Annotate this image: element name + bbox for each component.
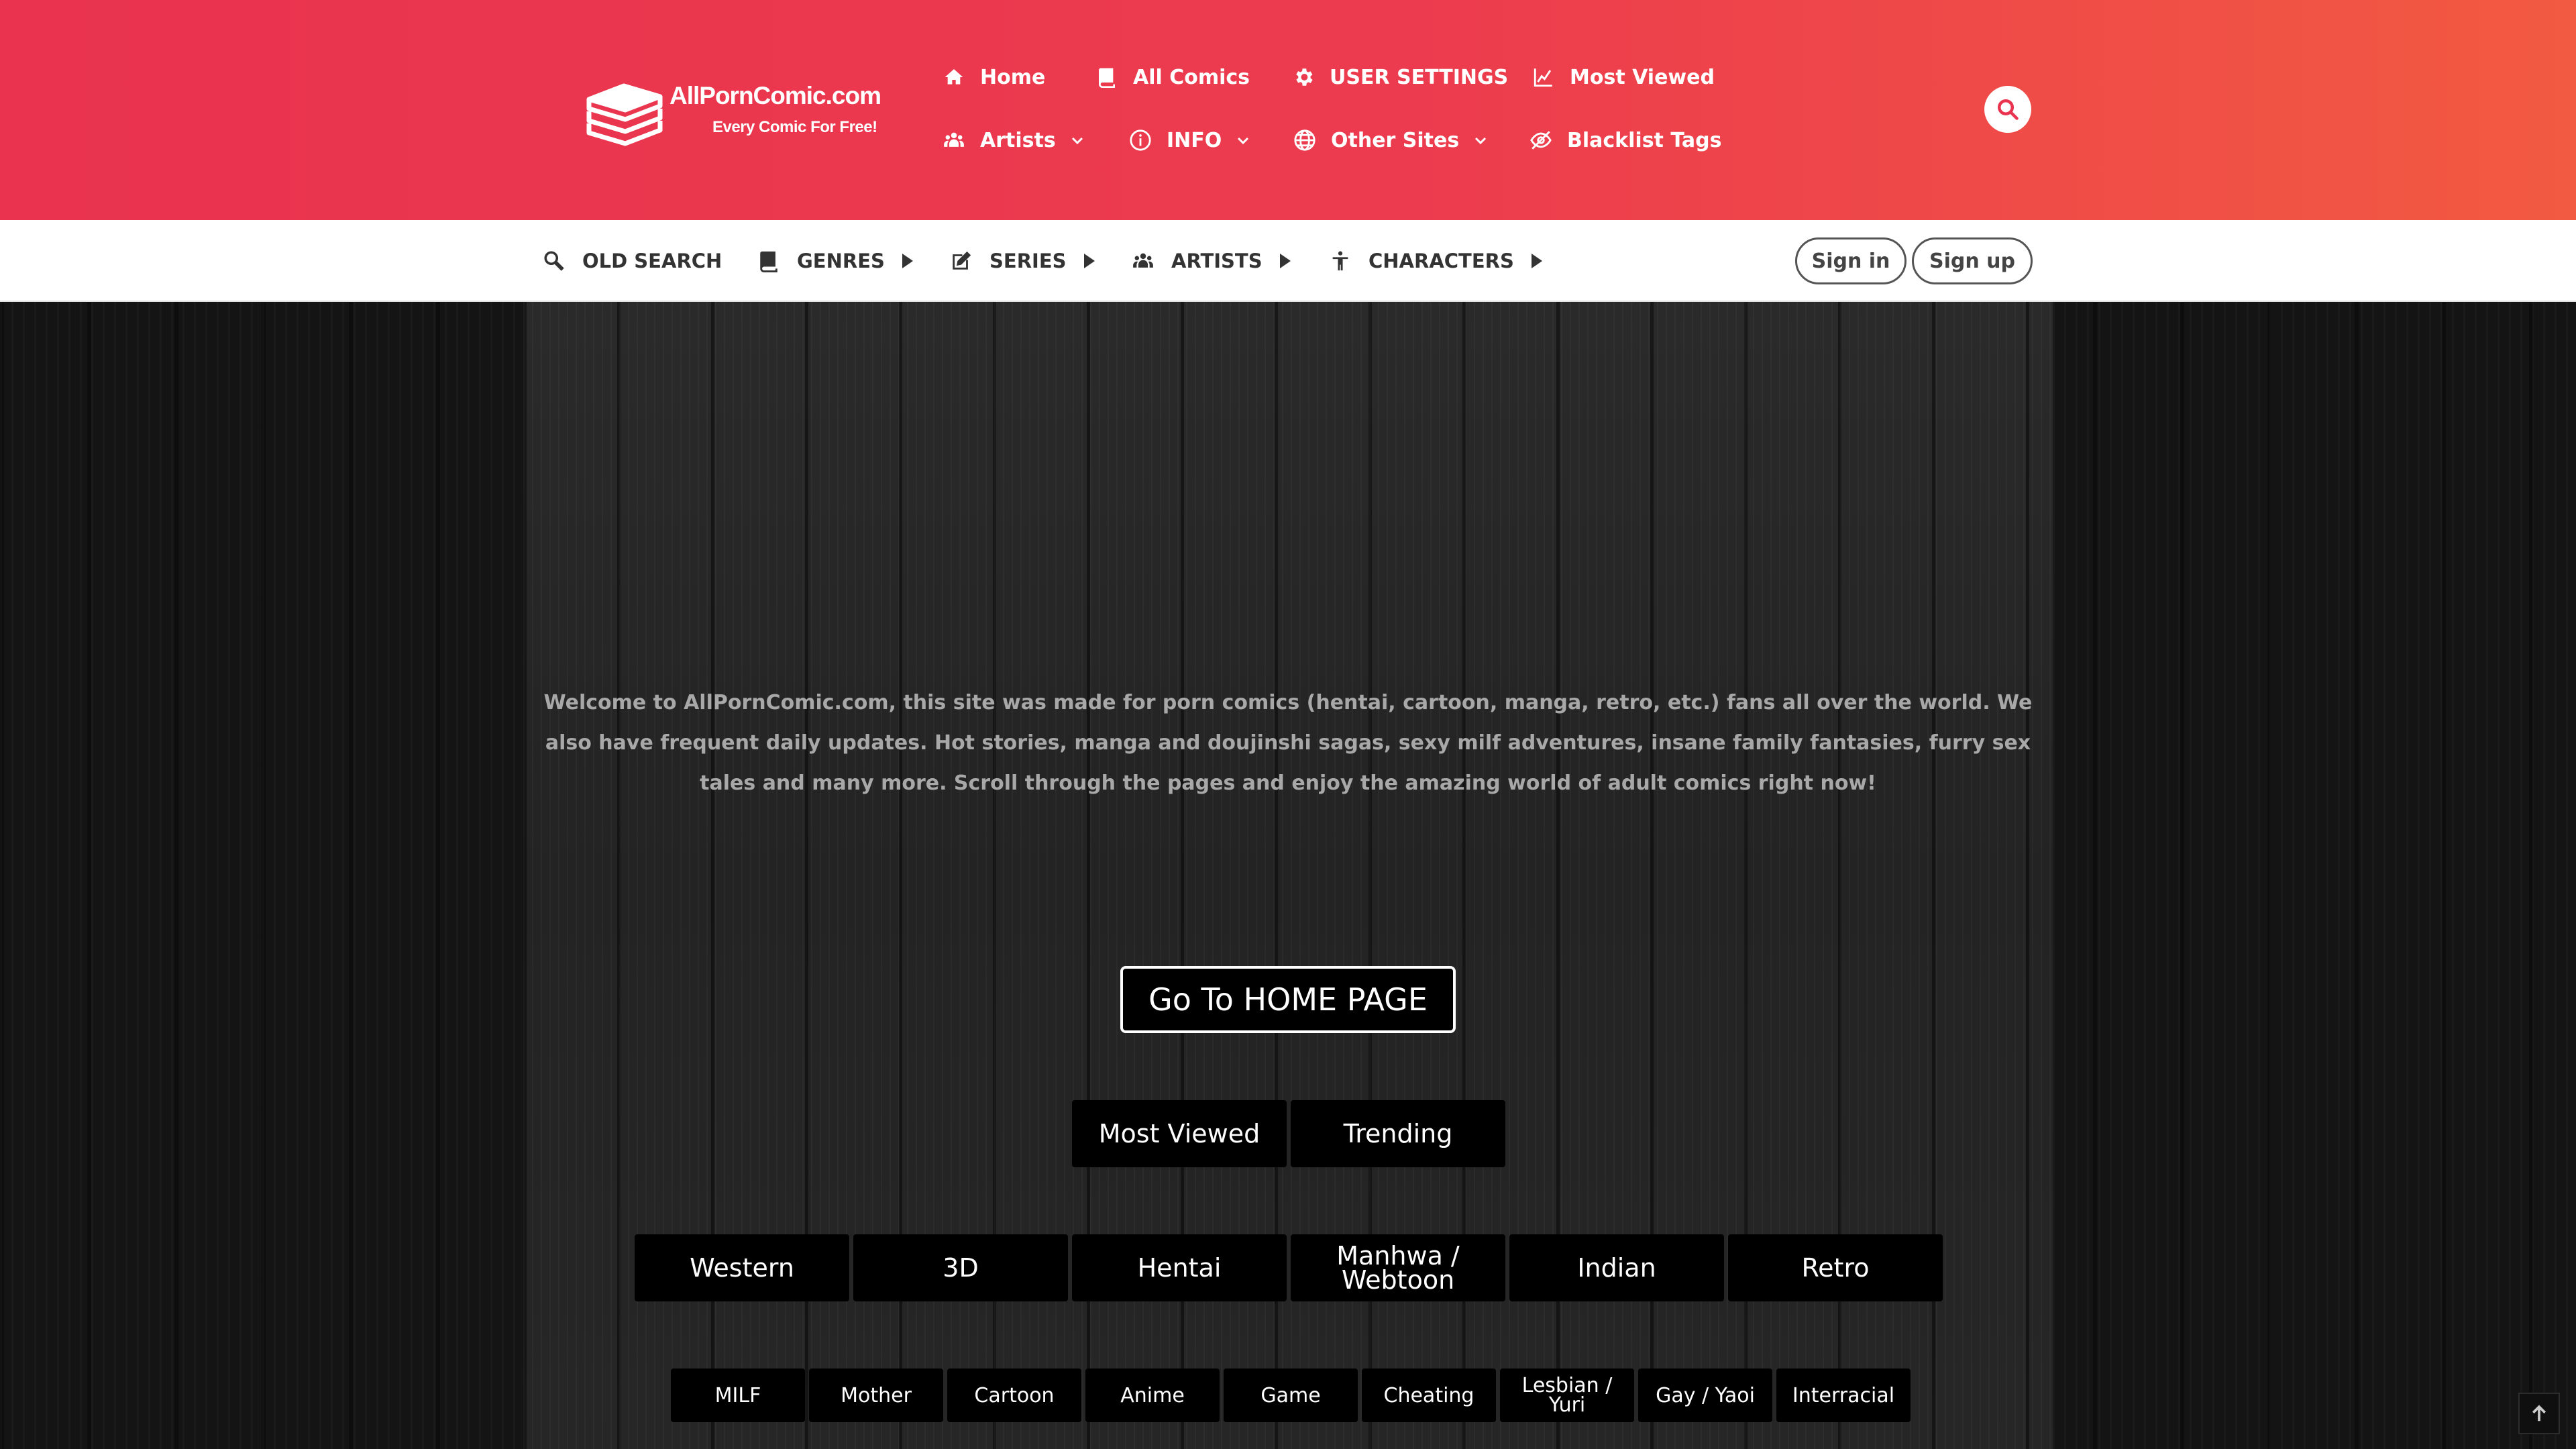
caret-right-icon (1279, 254, 1291, 268)
trending-button[interactable]: Trending (1291, 1100, 1505, 1167)
tag-cheating[interactable]: Cheating (1362, 1368, 1496, 1422)
subnav-artists[interactable]: ARTISTS (1131, 244, 1291, 278)
subnav-genres[interactable]: GENRES (757, 244, 913, 278)
scroll-to-top-button[interactable] (2518, 1393, 2560, 1434)
site-header: AllPornComic.com Every Comic For Free! H… (0, 0, 2576, 220)
nav-most-viewed-label: Most Viewed (1570, 65, 1715, 89)
nav-user-settings-label: USER SETTINGS (1330, 65, 1509, 89)
tag-gay-yaoi[interactable]: Gay / Yaoi (1638, 1368, 1772, 1422)
arrow-up-icon (2532, 1405, 2546, 1421)
welcome-text: Welcome to AllPornComic.com, this site w… (543, 691, 2033, 795)
group-icon (1131, 249, 1155, 273)
logo-name: AllPornComic.com (669, 82, 881, 109)
chevron-down-icon (1475, 137, 1487, 145)
nav-all-comics[interactable]: All Comics (1095, 60, 1250, 94)
home-icon (943, 66, 965, 89)
tag-anime[interactable]: Anime (1085, 1368, 1220, 1422)
nav-home-label: Home (980, 65, 1046, 89)
nav-most-viewed[interactable]: Most Viewed (1532, 60, 1715, 94)
eye-slash-icon (1529, 129, 1552, 152)
gear-icon (1292, 66, 1315, 89)
site-logo[interactable]: AllPornComic.com Every Comic For Free! (584, 79, 881, 153)
tag-game[interactable]: Game (1224, 1368, 1358, 1422)
subnav-artists-label: ARTISTS (1171, 250, 1263, 272)
magnifier-icon (542, 249, 566, 273)
subnav-old-search[interactable]: OLD SEARCH (542, 244, 722, 278)
books-logo-icon (586, 83, 663, 146)
nav-artists[interactable]: Artists (943, 123, 1085, 157)
tag-lesbian-yuri[interactable]: Lesbian / Yuri (1500, 1368, 1634, 1422)
book-icon (757, 249, 781, 273)
subnav-old-search-label: OLD SEARCH (582, 250, 722, 272)
nav-info-label: INFO (1167, 128, 1222, 152)
person-icon (1328, 249, 1352, 273)
nav-info[interactable]: INFO (1129, 123, 1251, 157)
chevron-down-icon (1071, 137, 1083, 145)
nav-other-sites-label: Other Sites (1331, 128, 1460, 152)
tag-mother[interactable]: Mother (809, 1368, 943, 1422)
tag-cartoon[interactable]: Cartoon (947, 1368, 1081, 1422)
subnav-series[interactable]: SERIES (949, 244, 1095, 278)
book-icon (1095, 66, 1118, 89)
category-hentai[interactable]: Hentai (1072, 1234, 1287, 1301)
nav-artists-label: Artists (980, 128, 1056, 152)
caret-right-icon (902, 254, 913, 268)
category-indian[interactable]: Indian (1509, 1234, 1724, 1301)
chevron-down-icon (1238, 137, 1249, 145)
signin-button[interactable]: Sign in (1795, 237, 1907, 284)
group-icon (943, 129, 965, 152)
nav-other-sites[interactable]: Other Sites (1293, 123, 1489, 157)
category-western[interactable]: Western (635, 1234, 849, 1301)
globe-icon (1293, 129, 1316, 152)
header-search-button[interactable] (1984, 86, 2031, 133)
nav-all-comics-label: All Comics (1133, 65, 1250, 89)
caret-right-icon (1083, 254, 1095, 268)
nav-blacklist-tags-label: Blacklist Tags (1567, 128, 1722, 152)
nav-home[interactable]: Home (943, 60, 1045, 94)
category-retro[interactable]: Retro (1728, 1234, 1943, 1301)
edit-icon (949, 249, 973, 273)
trend-chart-icon (1532, 66, 1555, 89)
tag-interracial[interactable]: Interracial (1776, 1368, 1911, 1422)
subnav-characters-label: CHARACTERS (1368, 250, 1514, 272)
most-viewed-button[interactable]: Most Viewed (1072, 1100, 1287, 1167)
info-icon (1129, 129, 1152, 152)
caret-right-icon (1531, 254, 1542, 268)
category-3d[interactable]: 3D (853, 1234, 1068, 1301)
search-icon (1998, 99, 2019, 120)
go-home-button[interactable]: Go To HOME PAGE (1120, 966, 1456, 1033)
subnav-characters[interactable]: CHARACTERS (1328, 244, 1542, 278)
tag-milf[interactable]: MILF (671, 1368, 805, 1422)
logo-tagline: Every Comic For Free! (712, 118, 877, 136)
subnav-series-label: SERIES (989, 250, 1067, 272)
signup-button[interactable]: Sign up (1912, 237, 2033, 284)
nav-blacklist-tags[interactable]: Blacklist Tags (1529, 123, 1722, 157)
nav-user-settings[interactable]: USER SETTINGS (1292, 60, 1508, 94)
category-manhwa-webtoon[interactable]: Manhwa / Webtoon (1291, 1234, 1505, 1301)
subnav-genres-label: GENRES (797, 250, 885, 272)
